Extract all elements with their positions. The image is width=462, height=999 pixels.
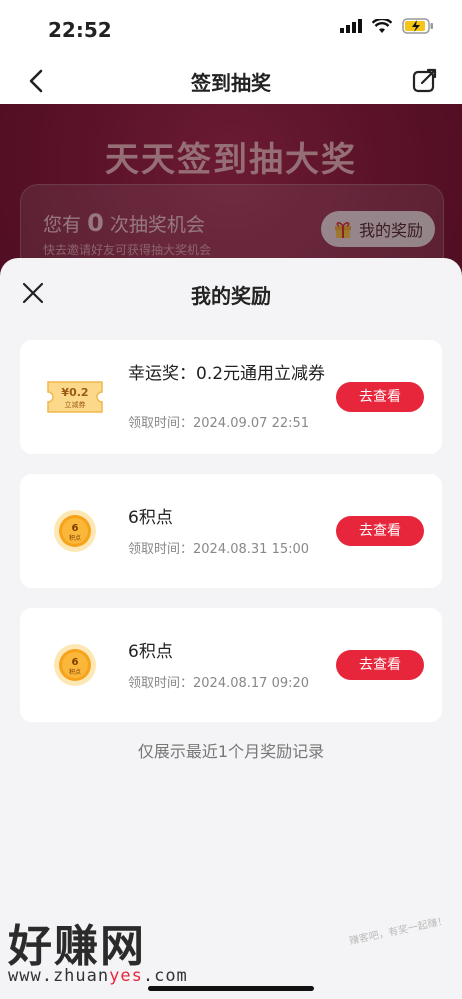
nav-bar: 签到抽奖 xyxy=(0,58,462,104)
watermark-url: www.zhuanyes.com xyxy=(8,966,188,986)
share-icon[interactable] xyxy=(410,65,440,95)
coin-label: 积点 xyxy=(69,534,81,542)
view-button[interactable]: 去查看 xyxy=(336,516,424,546)
signal-icon xyxy=(340,19,362,33)
status-time: 22:52 xyxy=(48,18,112,42)
reward-time: 领取时间：2024.09.07 22:51 xyxy=(128,416,310,431)
home-indicator xyxy=(148,986,314,991)
status-icons xyxy=(340,18,434,34)
watermark-url-highlight: yes xyxy=(109,966,143,986)
reward-name: 幸运奖：0.2元通用立减券 xyxy=(128,364,326,384)
reward-time: 领取时间：2024.08.17 09:20 xyxy=(128,676,310,691)
rewards-sheet: 我的奖励 ¥0.2 立减券 幸运奖：0.2元通用立减券 领取时间：2024.09… xyxy=(0,258,462,999)
coupon-label: 立减券 xyxy=(65,400,86,409)
wifi-icon xyxy=(372,18,392,33)
watermark-url-part: www.zhuan xyxy=(8,966,110,986)
records-footnote: 仅展示最近1个月奖励记录 xyxy=(137,742,325,761)
status-bar: 22:52 xyxy=(0,0,462,58)
coin-label: 积点 xyxy=(69,668,81,676)
reward-name: 6积点 xyxy=(128,508,173,528)
reward-card: 6 积点 6积点 领取时间：2024.08.17 09:20 去查看 xyxy=(20,608,442,722)
reward-name: 6积点 xyxy=(128,642,173,662)
coin-value: 6 xyxy=(72,657,79,668)
coin-value: 6 xyxy=(72,523,79,534)
coupon-amount: ¥0.2 xyxy=(61,386,88,399)
points-coin-icon: 6 积点 xyxy=(54,510,96,552)
battery-charging-icon xyxy=(402,18,433,34)
page-title: 签到抽奖 xyxy=(191,71,271,95)
coupon-icon: ¥0.2 立减券 xyxy=(47,381,103,413)
reward-card: ¥0.2 立减券 幸运奖：0.2元通用立减券 领取时间：2024.09.07 2… xyxy=(20,340,442,454)
view-button[interactable]: 去查看 xyxy=(336,650,424,680)
watermark-brand: 好赚网 xyxy=(8,921,146,972)
reward-card: 6 积点 6积点 领取时间：2024.08.31 15:00 去查看 xyxy=(20,474,442,588)
reward-time: 领取时间：2024.08.31 15:00 xyxy=(128,542,310,557)
points-coin-icon: 6 积点 xyxy=(54,644,96,686)
watermark-url-part: .com xyxy=(142,966,188,986)
sheet-title: 我的奖励 xyxy=(191,284,271,308)
view-button[interactable]: 去查看 xyxy=(336,382,424,412)
